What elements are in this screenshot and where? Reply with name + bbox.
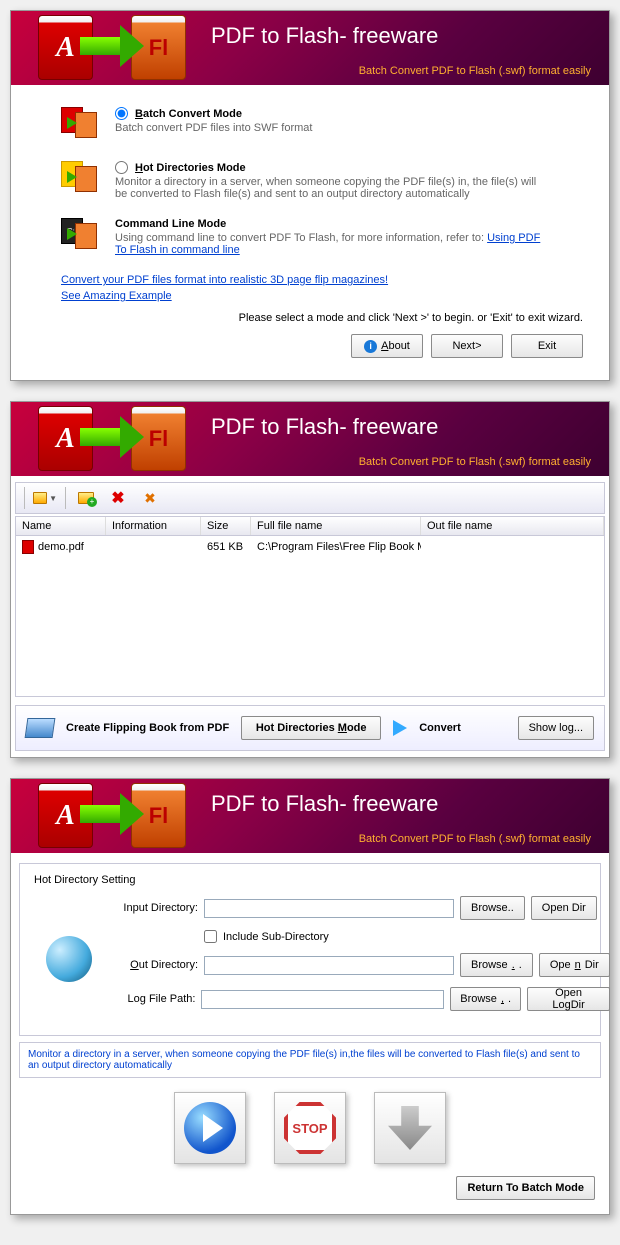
log-path-field[interactable]: [201, 990, 444, 1009]
input-browse-button[interactable]: Browse..: [460, 896, 525, 920]
log-path-label: Log File Path:: [112, 993, 195, 1005]
col-size[interactable]: Size: [201, 517, 251, 535]
open-logdir-button[interactable]: Open LogDir: [527, 987, 610, 1011]
hot-radio[interactable]: [115, 161, 128, 174]
app-title: PDF to Flash- freeware: [211, 23, 438, 49]
down-arrow-icon: [388, 1106, 432, 1150]
out-browse-button[interactable]: Browse..: [460, 953, 533, 977]
col-out[interactable]: Out file name: [421, 517, 604, 535]
col-full[interactable]: Full file name: [251, 517, 421, 535]
exit-button[interactable]: Exit: [511, 334, 583, 358]
delete-icon: ✖: [111, 488, 124, 508]
add-file-button[interactable]: ▼: [33, 486, 57, 510]
file-table: Name Information Size Full file name Out…: [15, 516, 605, 697]
mode-hot: Hot Directories Mode Monitor a directory…: [61, 161, 589, 200]
app-subtitle: Batch Convert PDF to Flash (.swf) format…: [359, 833, 591, 845]
promo-link-1[interactable]: Convert your PDF files format into reali…: [61, 274, 589, 286]
mode-cmd: C:\ Command Line Mode Using command line…: [61, 218, 589, 256]
hot-directory-fieldset: Hot Directory Setting Input Directory: B…: [19, 863, 601, 1036]
app-header: A Fl PDF to Flash- freeware Batch Conver…: [11, 779, 609, 853]
table-row[interactable]: demo.pdf 651 KB C:\Program Files\Free Fl…: [16, 536, 604, 558]
app-header: A Fl PDF to Flash- freeware Batch Conver…: [11, 11, 609, 85]
app-logo: A Fl: [26, 11, 196, 85]
log-browse-button[interactable]: Browse,.: [450, 987, 521, 1011]
hot-directories-button[interactable]: Hot Directories Mode: [241, 716, 381, 740]
settings-button[interactable]: ✖: [138, 486, 162, 510]
toolbar: ▼ + ✖ ✖: [15, 482, 605, 514]
flipbook-icon: [25, 718, 56, 738]
hot-directory-window: A Fl PDF to Flash- freeware Batch Conver…: [10, 778, 610, 1215]
create-flipbook-label[interactable]: Create Flipping Book from PDF: [66, 722, 229, 734]
about-button[interactable]: iAbout: [351, 334, 423, 358]
arrow-icon: [80, 37, 122, 55]
app-title: PDF to Flash- freeware: [211, 414, 438, 440]
app-logo: A Fl: [26, 402, 196, 476]
wizard-hint: Please select a mode and click 'Next >' …: [31, 312, 583, 324]
col-name[interactable]: Name: [16, 517, 106, 535]
fieldset-title: Hot Directory Setting: [34, 874, 586, 886]
out-dir-label: Out Directory:: [112, 959, 198, 971]
batch-desc: Batch convert PDF files into SWF format: [115, 122, 545, 134]
include-subdir-label: Include Sub-Directory: [223, 931, 329, 943]
promo-link-2[interactable]: See Amazing Example: [61, 290, 589, 302]
info-note: Monitor a directory in a server, when so…: [19, 1042, 601, 1078]
start-button[interactable]: [174, 1092, 246, 1164]
batch-radio[interactable]: [115, 107, 128, 120]
folder-plus-icon: +: [78, 492, 94, 504]
return-batch-button[interactable]: Return To Batch Mode: [456, 1176, 595, 1200]
app-logo: A Fl: [26, 779, 196, 853]
globe-icon: [46, 936, 92, 982]
include-subdir-checkbox[interactable]: [204, 930, 217, 943]
folder-icon: [33, 492, 47, 504]
out-opendir-button[interactable]: Open Dir: [539, 953, 610, 977]
pdf-file-icon: [22, 540, 34, 554]
batch-window: A Fl PDF to Flash- freeware Batch Conver…: [10, 401, 610, 758]
info-icon: i: [364, 340, 377, 353]
stop-icon: STOP: [284, 1102, 336, 1154]
col-info[interactable]: Information: [106, 517, 201, 535]
action-bar: Create Flipping Book from PDF Hot Direct…: [15, 705, 605, 751]
batch-mode-icon: [61, 107, 103, 143]
stop-button[interactable]: STOP: [274, 1092, 346, 1164]
input-dir-label: Input Directory:: [112, 902, 198, 914]
app-subtitle: Batch Convert PDF to Flash (.swf) format…: [359, 456, 591, 468]
remove-button[interactable]: ✖: [106, 486, 130, 510]
next-button[interactable]: Next>: [431, 334, 503, 358]
convert-icon: [393, 720, 407, 736]
input-opendir-button[interactable]: Open Dir: [531, 896, 597, 920]
gear-icon: ✖: [144, 490, 156, 507]
add-folder-button[interactable]: +: [74, 486, 98, 510]
hot-desc: Monitor a directory in a server, when so…: [115, 176, 545, 200]
app-header: A Fl PDF to Flash- freeware Batch Conver…: [11, 402, 609, 476]
cmd-mode-icon: C:\: [61, 218, 103, 254]
hot-mode-icon: [61, 161, 103, 197]
convert-label[interactable]: Convert: [419, 722, 461, 734]
app-subtitle: Batch Convert PDF to Flash (.swf) format…: [359, 65, 591, 77]
mode-batch: Batch Convert Mode Batch convert PDF fil…: [61, 107, 589, 143]
wizard-window: A Fl PDF to Flash- freeware Batch Conver…: [10, 10, 610, 381]
app-title: PDF to Flash- freeware: [211, 791, 438, 817]
download-button[interactable]: [374, 1092, 446, 1164]
input-dir-field[interactable]: [204, 899, 454, 918]
play-icon: [184, 1102, 236, 1154]
out-dir-field[interactable]: [204, 956, 454, 975]
show-log-button[interactable]: Show log...: [518, 716, 594, 740]
